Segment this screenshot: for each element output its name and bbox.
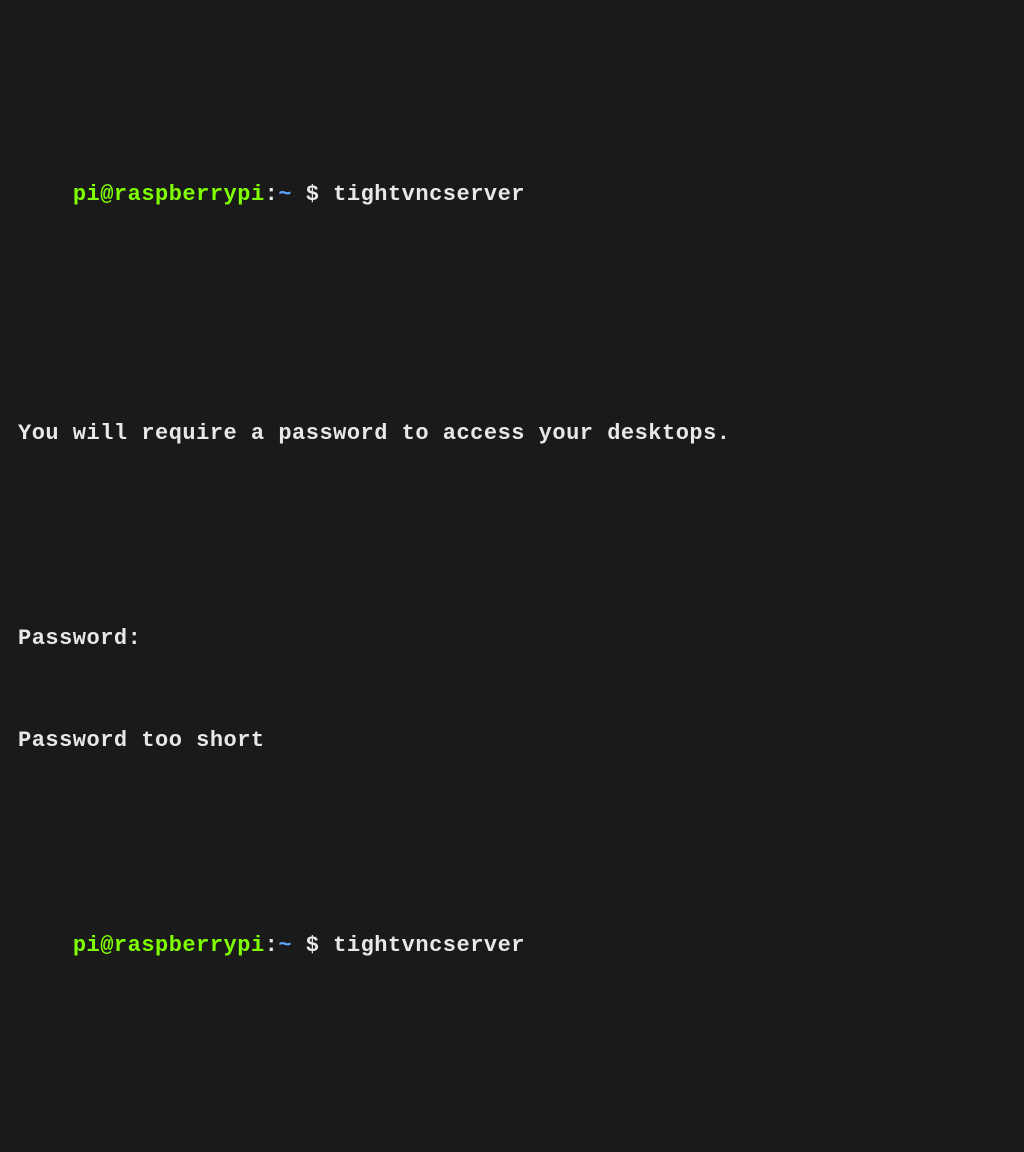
prompt-dollar: $	[306, 933, 333, 958]
terminal-window[interactable]: pi@raspberrypi:~ $ tightvncserver You wi…	[18, 8, 1006, 1152]
output-line	[18, 519, 1006, 553]
command-text: tightvncserver	[333, 182, 525, 207]
output-line	[18, 1065, 1006, 1099]
prompt-at: @	[100, 933, 114, 958]
prompt-path: ~	[278, 182, 305, 207]
prompt-line: pi@raspberrypi:~ $ tightvncserver	[18, 894, 1006, 996]
command-text: tightvncserver	[333, 933, 525, 958]
prompt-sep: :	[265, 933, 279, 958]
prompt-dollar: $	[306, 182, 333, 207]
prompt-sep: :	[265, 182, 279, 207]
prompt-line: pi@raspberrypi:~ $ tightvncserver	[18, 144, 1006, 246]
prompt-host: raspberrypi	[114, 182, 265, 207]
output-line: Password:	[18, 622, 1006, 656]
prompt-path: ~	[278, 933, 305, 958]
prompt-user: pi	[73, 933, 100, 958]
prompt-host: raspberrypi	[114, 933, 265, 958]
output-line: You will require a password to access yo…	[18, 417, 1006, 451]
output-line	[18, 315, 1006, 349]
prompt-user: pi	[73, 182, 100, 207]
prompt-at: @	[100, 182, 114, 207]
output-line: Password too short	[18, 724, 1006, 758]
